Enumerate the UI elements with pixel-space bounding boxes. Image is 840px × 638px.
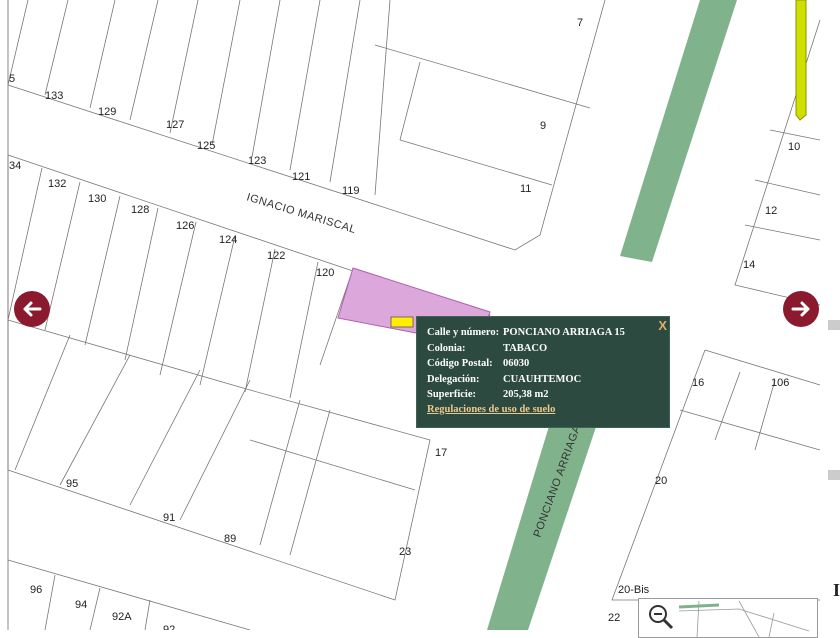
lot-number: 130 — [88, 193, 106, 205]
lot-number: 127 — [166, 119, 184, 131]
popup-close-button[interactable]: X — [658, 318, 667, 333]
field-value: TABACO — [503, 342, 548, 354]
field-address: Calle y número: PONCIANO ARRIAGA 15 — [427, 325, 659, 341]
field-label: Código Postal: — [427, 358, 493, 370]
arrow-right-icon — [791, 301, 810, 317]
lot-number: 120 — [316, 267, 334, 279]
field-label: Delegación: — [427, 373, 480, 385]
edge-text: I — [833, 580, 840, 600]
lot-number: 12 — [765, 205, 777, 217]
next-button[interactable] — [783, 291, 819, 327]
lot-info-popup: X Calle y número: PONCIANO ARRIAGA 15 Co… — [416, 316, 670, 428]
lot-number: 122 — [267, 250, 285, 262]
lot-number: 95 — [66, 478, 78, 490]
lot-number: 126 — [176, 220, 194, 232]
lot-number: 14 — [743, 259, 755, 271]
field-label: Calle y número: — [427, 327, 500, 339]
lot-marker — [390, 316, 414, 328]
lot-number: 89 — [224, 533, 236, 545]
field-value: PONCIANO ARRIAGA 15 — [503, 327, 625, 339]
lot-number: 92A — [112, 611, 132, 623]
lot-number: 91 — [163, 512, 175, 524]
lot-number: 17 — [435, 447, 447, 459]
lot-number: 7 — [577, 17, 583, 29]
field-delegacion: Delegación: CUAUHTEMOC — [427, 372, 659, 388]
lot-number: 20 — [655, 475, 667, 487]
lot-number: 92 — [163, 624, 175, 630]
lot-number: 11 — [520, 183, 531, 195]
field-superficie: Superficie: 205,38 m2 — [427, 387, 659, 403]
lot-number: 10 — [788, 141, 800, 153]
overview-thumbnail — [679, 601, 810, 637]
right-edge-strip — [826, 0, 840, 630]
field-label: Superficie: — [427, 389, 476, 401]
field-label: Colonia: — [427, 342, 466, 354]
lot-number: 121 — [292, 171, 310, 183]
land-use-regulations-link[interactable]: Regulaciones de uso de suelo — [427, 404, 659, 415]
lot-number: 124 — [219, 234, 237, 246]
lot-number: 96 — [30, 584, 42, 596]
lot-number: 133 — [45, 90, 63, 102]
field-value: CUAUHTEMOC — [503, 373, 582, 385]
lot-number: 22 — [608, 612, 620, 624]
lot-number: 23 — [399, 546, 411, 558]
lot-number: 106 — [771, 377, 789, 389]
overview-map[interactable] — [638, 598, 818, 638]
field-value: 205,38 m2 — [503, 389, 549, 401]
zoom-out-icon[interactable] — [647, 603, 675, 631]
field-value: 06030 — [503, 358, 530, 370]
lot-number: 119 — [342, 185, 360, 197]
lot-number: 123 — [248, 155, 266, 167]
prev-button[interactable] — [14, 291, 50, 327]
lot-number: 16 — [692, 377, 704, 389]
lot-number: 34 — [9, 160, 21, 172]
arrow-left-icon — [23, 301, 42, 317]
lot-number: 125 — [197, 140, 215, 152]
lot-number: 9 — [540, 120, 546, 132]
green-strip-north — [620, 0, 737, 262]
lot-number: 129 — [98, 106, 116, 118]
yellow-marker-vertical — [795, 0, 807, 121]
lot-number: 5 — [9, 73, 15, 85]
map-canvas[interactable]: IGNACIO MARISCAL PONCIANO ARRIAGA 5 133 … — [0, 0, 840, 630]
street-label-mariscal: IGNACIO MARISCAL — [245, 191, 357, 236]
lot-number: 20-Bis — [618, 584, 650, 596]
field-colonia: Colonia: TABACO — [427, 341, 659, 357]
lot-number: 132 — [48, 178, 66, 190]
lot-number: 128 — [131, 204, 149, 216]
field-postal-code: Código Postal: 06030 — [427, 356, 659, 372]
lot-number: 94 — [75, 599, 87, 611]
